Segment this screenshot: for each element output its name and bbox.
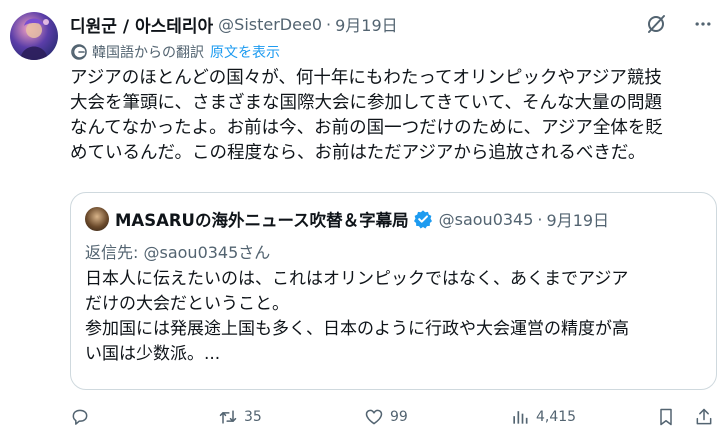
verified-badge-icon bbox=[413, 209, 433, 229]
views-count: 4,415 bbox=[536, 409, 577, 425]
translate-icon bbox=[70, 43, 88, 61]
separator-dot: · bbox=[326, 14, 332, 34]
quoted-tweet[interactable]: MASARUの海外ニュース吹替＆字幕局 @saou0345 · 9月19日 返信… bbox=[70, 192, 717, 390]
share-button[interactable] bbox=[694, 404, 720, 430]
like-button[interactable]: 99 bbox=[364, 404, 408, 430]
tweet-header: 디원군 / 아스테리아 @SisterDee0 · 9月19日 bbox=[70, 12, 715, 37]
quoted-date: 9月19日 bbox=[546, 211, 610, 230]
action-bar: 35 99 4,415 bbox=[70, 404, 717, 430]
tweet-avatar[interactable] bbox=[10, 12, 58, 60]
show-original-link[interactable]: 原文を表示 bbox=[210, 42, 280, 62]
reply-button[interactable] bbox=[70, 404, 96, 430]
views-button[interactable]: 4,415 bbox=[510, 404, 576, 430]
translation-label: 韓国語からの翻訳 bbox=[92, 45, 204, 61]
grok-icon[interactable] bbox=[645, 12, 669, 36]
quoted-display-name: MASARUの海外ニュース吹替＆字幕局 bbox=[115, 211, 409, 230]
quoted-separator-dot: · bbox=[537, 209, 543, 229]
reply-handle: @saou0345さん bbox=[143, 243, 271, 262]
reply-icon bbox=[72, 409, 88, 425]
tweet-text-line: めているんだ。この程度なら、お前はただアジアから追放されるべきだ。 bbox=[70, 143, 646, 163]
quoted-text-line: だけの大会だということ。 bbox=[85, 294, 289, 314]
reply-to-line: 返信先: @saou0345さん bbox=[85, 239, 270, 263]
translation-row: 韓国語からの翻訳 原文を表示 bbox=[70, 42, 280, 62]
user-handle[interactable]: @SisterDee0 bbox=[218, 15, 322, 34]
display-name[interactable]: 디원군 / 아스테리아 bbox=[70, 12, 213, 37]
retweet-count: 35 bbox=[244, 409, 262, 425]
quoted-text-line: い国は少数派。... bbox=[85, 344, 221, 364]
quoted-tweet-text: 日本人に伝えたいのは、これはオリンピックではなく、あくまでアジア だけの大会だと… bbox=[85, 267, 705, 367]
bookmark-icon bbox=[660, 408, 672, 426]
more-icon[interactable] bbox=[691, 12, 715, 36]
tweet-text: アジアのほとんどの国々が、何十年にもわたってオリンピックやアジア競技 大会を筆頭… bbox=[70, 66, 715, 166]
quoted-text-line: 参加国には発展途上国も多く、日本のように行政や大会運営の精度が高 bbox=[85, 319, 629, 339]
quoted-avatar bbox=[85, 207, 109, 231]
retweet-icon bbox=[219, 410, 237, 424]
bookmark-button[interactable] bbox=[656, 404, 682, 430]
views-icon bbox=[513, 411, 528, 424]
retweet-button[interactable]: 35 bbox=[218, 404, 262, 430]
reply-prefix: 返信先: bbox=[85, 243, 139, 262]
share-icon bbox=[696, 408, 712, 425]
like-count: 99 bbox=[390, 409, 408, 425]
tweet-text-line: アジアのほとんどの国々が、何十年にもわたってオリンピックやアジア競技 bbox=[70, 68, 662, 88]
quoted-handle: @saou0345 bbox=[438, 209, 534, 229]
quoted-text-line: 日本人に伝えたいのは、これはオリンピックではなく、あくまでアジア bbox=[85, 269, 629, 289]
tweet-text-line: 大会を筆頭に、さまざまな国際大会に参加してきていて、そんな大量の問題 bbox=[70, 93, 663, 113]
tweet-text-line: なんてなかったよ。お前は今、お前の国一つだけのために、アジア全体を貶 bbox=[70, 118, 663, 138]
tweet-date[interactable]: 9月19日 bbox=[335, 12, 398, 36]
heart-icon bbox=[365, 409, 383, 425]
quoted-tweet-header: MASARUの海外ニュース吹替＆字幕局 @saou0345 · 9月19日 bbox=[85, 207, 609, 231]
